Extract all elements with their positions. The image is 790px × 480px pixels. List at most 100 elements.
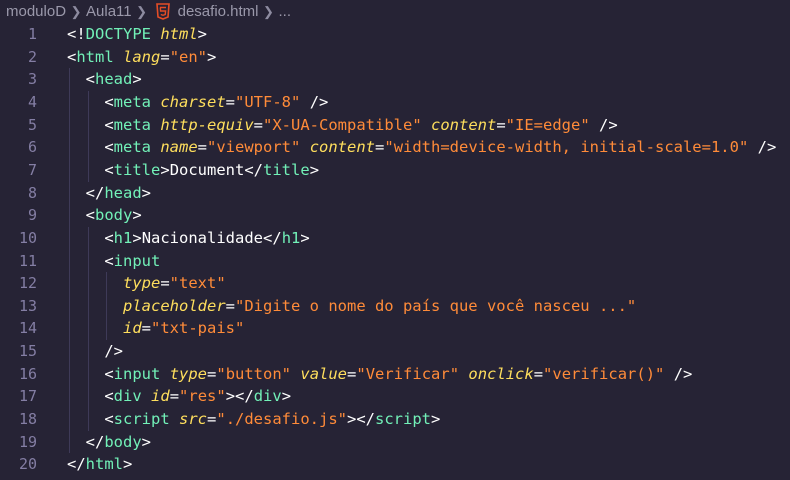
code-token: =: [160, 47, 170, 66]
code-token: />: [757, 138, 777, 157]
code-line[interactable]: 12 type="text": [0, 272, 790, 295]
code-token: div: [113, 387, 142, 406]
code-token: value: [300, 364, 348, 383]
code-token: "Verificar": [356, 364, 460, 383]
code-token: <: [104, 160, 114, 179]
code-line[interactable]: 6 <meta name="viewport" content="width=d…: [0, 136, 790, 159]
code-token: </: [67, 455, 86, 474]
code-token: </: [244, 160, 264, 179]
code-token: />: [673, 364, 693, 383]
code-token: >: [123, 455, 133, 474]
code-text: <input: [67, 250, 160, 273]
code-token: head: [104, 183, 142, 202]
chevron-right-icon: ❯: [136, 3, 148, 19]
code-line[interactable]: 3 <head>: [0, 68, 790, 91]
code-token: content: [309, 138, 376, 157]
code-token: <: [85, 206, 96, 225]
code-line[interactable]: 16 <input type="button" value="Verificar…: [0, 363, 790, 386]
code-token: src: [179, 410, 208, 429]
code-line[interactable]: 17 <div id="res"></div>: [0, 385, 790, 408]
breadcrumb-folder-aula11[interactable]: Aula11: [86, 3, 132, 20]
indent-guide: [87, 226, 89, 431]
code-token: title: [113, 160, 161, 179]
code-token: Nacionalidade: [141, 228, 264, 247]
line-number: 11: [18, 251, 37, 270]
code-line[interactable]: 9 <body>: [0, 204, 790, 227]
line-number: 12: [18, 274, 37, 293]
code-token: input: [113, 251, 161, 270]
code-text: </html>: [67, 453, 132, 476]
line-number: 3: [27, 70, 37, 89]
code-token: >: [141, 183, 152, 202]
chevron-right-icon: ❯: [263, 3, 274, 19]
line-number: 16: [18, 364, 37, 383]
breadcrumb-symbols[interactable]: ...: [279, 3, 292, 20]
breadcrumb-folder-modulod[interactable]: moduloD: [0, 3, 66, 20]
code-text: </body>: [67, 431, 151, 454]
code-token: =: [347, 364, 357, 383]
code-token: script: [375, 410, 432, 429]
code-text: <head>: [67, 68, 142, 91]
code-token: <: [104, 364, 114, 383]
code-token: <: [104, 228, 114, 247]
code-line[interactable]: 11 <input: [0, 250, 790, 273]
code-line[interactable]: 5 <meta http-equiv="X-UA-Compatible" con…: [0, 114, 790, 137]
code-token: =: [141, 319, 152, 338]
code-line[interactable]: 2 <html lang="en">: [0, 46, 790, 69]
code-token: body: [104, 432, 142, 451]
code-text: <!DOCTYPE html>: [67, 23, 207, 46]
line-number: 18: [18, 410, 37, 429]
line-number: 5: [27, 115, 37, 134]
code-text: type="text": [67, 272, 226, 295]
code-token: =: [207, 410, 217, 429]
code-editor[interactable]: 1 <!DOCTYPE html> 2 <html lang="en"> 3 <head…: [0, 23, 790, 480]
code-line[interactable]: 8 </head>: [0, 182, 790, 205]
code-line[interactable]: 10 <h1>Nacionalidade</h1>: [0, 227, 790, 250]
line-number: 19: [18, 432, 37, 451]
code-token: ></: [347, 410, 376, 429]
code-text: <meta http-equiv="X-UA-Compatible" conte…: [67, 114, 617, 137]
code-token: "Digite o nome do país que você nasceu .…: [235, 296, 637, 315]
code-line[interactable]: 19 </body>: [0, 431, 790, 454]
code-text: <input type="button" value="Verificar" o…: [67, 363, 692, 386]
code-token: =: [533, 364, 544, 383]
code-text: <script src="./desafio.js"></script>: [67, 408, 440, 431]
line-number: 6: [27, 138, 37, 157]
code-token: onclick: [468, 364, 534, 383]
breadcrumb-file[interactable]: desafio.html: [178, 3, 259, 20]
code-text: <meta charset="UTF-8" />: [67, 91, 328, 114]
code-token: <!: [67, 25, 86, 43]
code-token: <: [104, 115, 114, 134]
code-line[interactable]: 18 <script src="./desafio.js"></script>: [0, 408, 790, 431]
code-token: placeholder: [123, 296, 226, 315]
code-line[interactable]: 14 id="txt-pais": [0, 317, 790, 340]
line-number: 2: [27, 47, 37, 66]
code-line[interactable]: 7 <title>Document</title>: [0, 159, 790, 182]
code-token: "res": [179, 387, 226, 406]
indent-guide: [87, 90, 89, 182]
line-number: 9: [27, 206, 37, 225]
line-number: 7: [27, 160, 37, 179]
code-token: >: [197, 25, 208, 43]
code-line[interactable]: 15 />: [0, 340, 790, 363]
code-line[interactable]: 1 <!DOCTYPE html>: [0, 23, 790, 46]
code-line[interactable]: 13 placeholder="Digite o nome do país qu…: [0, 295, 790, 318]
code-line[interactable]: 20 </html>: [0, 453, 790, 476]
line-number: 14: [18, 319, 37, 338]
code-token: >: [281, 387, 292, 406]
code-token: "text": [169, 274, 226, 293]
code-token: >: [141, 432, 152, 451]
code-token: </: [85, 432, 105, 451]
code-line[interactable]: 4 <meta charset="UTF-8" />: [0, 91, 790, 114]
